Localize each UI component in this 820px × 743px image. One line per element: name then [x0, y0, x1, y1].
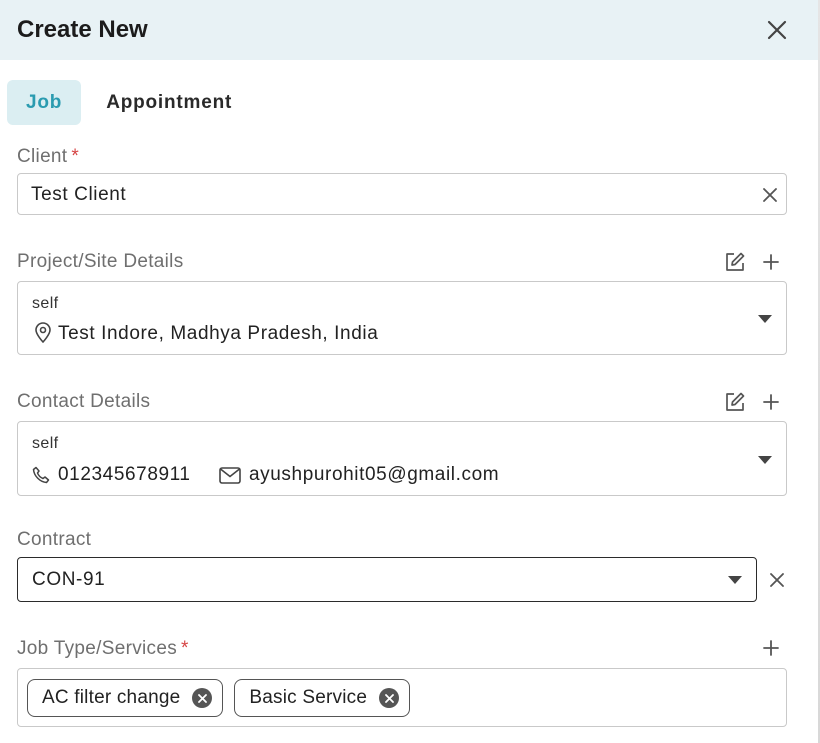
project-select[interactable]: self Test Indore, Madhya Pradesh, India	[17, 281, 787, 355]
job-type-select[interactable]: AC filter change Basic Service	[17, 668, 787, 727]
edit-icon	[726, 392, 745, 411]
remove-chip-button[interactable]	[379, 688, 400, 708]
clear-contract-button[interactable]	[767, 570, 787, 590]
create-new-dialog: Create New Job Appointment Client * Test …	[0, 0, 820, 743]
job-type-chip: AC filter change	[27, 679, 224, 717]
close-icon	[384, 693, 394, 703]
remove-chip-button[interactable]	[192, 688, 213, 708]
contact-phone: 012345678911	[58, 464, 191, 485]
edit-contact-button[interactable]	[723, 390, 747, 414]
plus-icon	[763, 254, 779, 270]
project-label: Project/Site Details	[17, 251, 184, 272]
chip-label: AC filter change	[42, 687, 181, 708]
add-contact-button[interactable]	[760, 391, 782, 413]
tab-bar: Job Appointment	[7, 80, 251, 125]
phone-icon	[32, 466, 50, 484]
chip-label: Basic Service	[249, 687, 368, 708]
required-mark: *	[181, 638, 189, 659]
contact-label: Contact Details	[17, 391, 151, 412]
contract-value: CON-91	[32, 569, 106, 590]
dialog-header: Create New	[0, 0, 818, 60]
close-icon	[770, 573, 784, 587]
project-name: self	[32, 295, 59, 312]
edit-project-button[interactable]	[723, 250, 747, 274]
client-value: Test Client	[31, 184, 127, 205]
add-project-button[interactable]	[760, 251, 782, 273]
contact-select[interactable]: self 012345678911 ayushpurohit05@gmail.c…	[17, 421, 787, 496]
tab-appointment[interactable]: Appointment	[87, 80, 251, 125]
clear-client-button[interactable]	[760, 185, 780, 205]
close-icon	[767, 20, 787, 40]
project-address: Test Indore, Madhya Pradesh, India	[58, 323, 379, 344]
plus-icon	[763, 640, 779, 656]
contract-label: Contract	[17, 529, 92, 550]
client-field[interactable]: Test Client	[17, 173, 787, 215]
close-icon	[763, 188, 777, 202]
dropdown-arrow-icon	[758, 456, 772, 464]
client-label: Client *	[17, 146, 80, 167]
contract-select[interactable]: CON-91	[17, 557, 757, 602]
contact-email: ayushpurohit05@gmail.com	[249, 464, 500, 485]
close-button[interactable]	[764, 17, 790, 43]
dropdown-arrow-icon	[758, 315, 772, 323]
dropdown-arrow-icon	[728, 576, 742, 584]
add-job-type-button[interactable]	[760, 637, 782, 659]
tab-job[interactable]: Job	[7, 80, 82, 125]
required-mark: *	[71, 146, 80, 167]
job-type-chip: Basic Service	[234, 679, 411, 717]
close-icon	[197, 693, 207, 703]
plus-icon	[763, 394, 779, 410]
dialog-title: Create New	[17, 16, 148, 43]
edit-icon	[726, 252, 745, 271]
job-type-label: Job Type/Services *	[17, 638, 189, 659]
mail-icon	[219, 467, 241, 484]
location-pin-icon	[35, 322, 51, 344]
contact-name: self	[32, 435, 59, 452]
